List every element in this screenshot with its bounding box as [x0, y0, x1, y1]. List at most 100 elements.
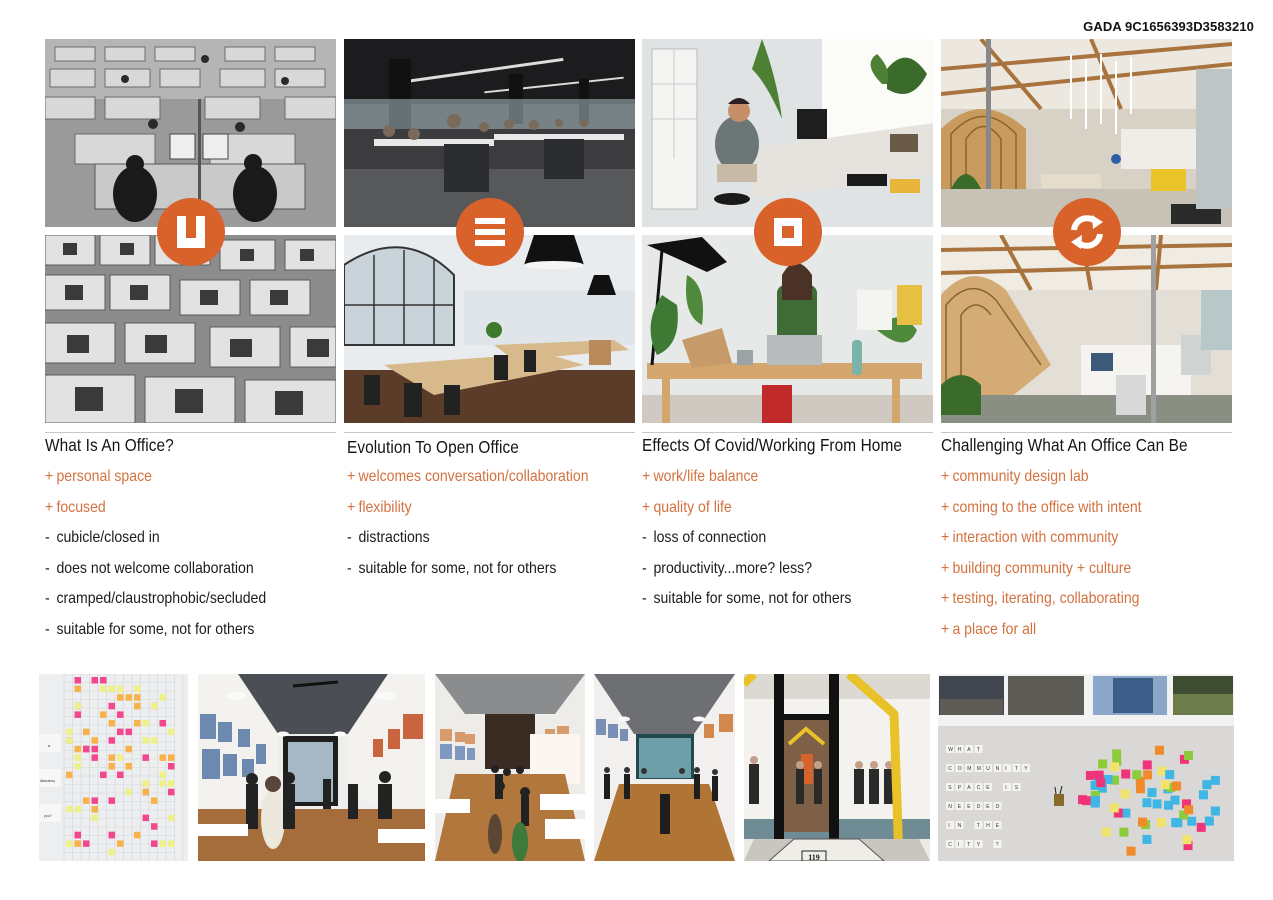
sticky-note	[1183, 751, 1193, 761]
bullet-list: + welcomes conversation/collaboration + fl…	[347, 468, 621, 590]
letter-tile	[955, 840, 964, 848]
letter-tile	[946, 821, 954, 829]
photo-community-question-board: W H A T C O M M U N I T Y S P A C E I S N E E D E D I N T H E C I T Y?	[938, 674, 1234, 861]
letter-tile-char: H	[986, 823, 990, 829]
sticky-note	[1172, 781, 1182, 791]
sticky-note	[1171, 817, 1181, 827]
sticky-note	[117, 754, 124, 761]
sticky-note	[134, 694, 141, 701]
sticky-note	[142, 737, 149, 744]
column-title: Challenging What An Office Can Be	[941, 435, 1188, 455]
sticky-note	[142, 754, 149, 761]
letter-tile-char: ?	[996, 842, 999, 848]
sticky-note	[91, 797, 98, 804]
letter-tile-char: T	[1015, 766, 1018, 772]
sticky-note	[142, 780, 149, 787]
sticky-note	[83, 728, 90, 736]
list-item: + a place for all	[941, 620, 1037, 638]
list-item: + welcomes conversation/collaboration	[347, 468, 589, 485]
sticky-note	[134, 702, 141, 710]
sticky-note	[125, 728, 132, 736]
sticky-note	[125, 788, 132, 796]
sticky-note	[168, 780, 175, 787]
column-what-is-an-office: What Is An Office? + personal space + focu…	[45, 39, 336, 638]
list-item: - suitable for some, not for others	[347, 559, 557, 577]
open-rows-icon	[456, 198, 524, 266]
column-title: Effects Of Covid/Working From Home	[642, 435, 903, 455]
column-title: What Is An Office?	[45, 435, 174, 455]
sheet-id: GADA 9C1656393D3583210	[1083, 19, 1254, 34]
sticky-note	[1101, 827, 1111, 837]
sticky-note	[1198, 790, 1208, 800]
letter-tile-char: T	[967, 842, 970, 848]
sticky-note	[100, 677, 107, 684]
sticky-note	[151, 840, 158, 847]
photo-gallery-overhead	[435, 674, 585, 861]
list-item: + personal space	[45, 468, 152, 485]
sticky-label: you?	[44, 814, 52, 818]
sticky-note	[66, 806, 73, 813]
list-item: - suitable for some, not for others	[642, 590, 852, 608]
sticky-note	[74, 763, 81, 770]
letter-tile-char: M	[977, 766, 981, 772]
sticky-note	[91, 754, 98, 761]
sticky-note	[142, 814, 149, 822]
refresh-cycle-icon	[1053, 198, 1121, 266]
sticky-note	[108, 737, 115, 744]
sticky-note	[117, 728, 124, 736]
sticky-note	[66, 728, 73, 736]
sticky-note	[108, 831, 115, 839]
letter-tile-char: T	[977, 747, 980, 753]
sticky-note	[1143, 770, 1153, 780]
sticky-note	[91, 806, 98, 813]
sticky-note	[1098, 759, 1108, 769]
sticky-note	[134, 720, 141, 727]
bullet-list: + community design lab + coming to the off…	[941, 468, 1169, 652]
letter-tile-char: I	[948, 823, 949, 829]
sticky-note	[1187, 816, 1197, 826]
sticky-note	[83, 797, 90, 804]
letter-tile-char: N	[958, 823, 962, 829]
letter-tile-char: O	[958, 766, 962, 772]
sticky-note	[83, 840, 90, 847]
sticky-note	[100, 771, 107, 779]
photo-sticky-note-wall: a laboratory you?	[39, 674, 188, 861]
list-item: + coming to the office with intent	[941, 498, 1142, 516]
sticky-note	[1109, 803, 1119, 813]
divider	[941, 432, 1232, 433]
sticky-label: laboratory	[40, 779, 55, 783]
sticky-note	[125, 745, 132, 753]
list-item: - cubicle/closed in	[45, 529, 160, 547]
letter-tile	[1003, 783, 1011, 791]
sticky-note	[1126, 846, 1136, 856]
sticky-note	[1210, 775, 1220, 785]
sticky-note	[1135, 784, 1145, 794]
column-effects-of-covid: Effects Of Covid/Working From Home + work…	[642, 39, 933, 607]
sticky-note	[108, 702, 115, 710]
photo-storefront-entrance: 119	[744, 674, 930, 861]
cubicle-u-icon	[157, 198, 225, 266]
sticky-note	[74, 806, 81, 813]
sticky-note	[117, 771, 124, 779]
sticky-note	[1132, 770, 1142, 780]
sticky-note	[91, 737, 98, 744]
sticky-note	[74, 702, 81, 710]
list-item: + focused	[45, 498, 106, 516]
sticky-note	[168, 814, 175, 822]
sticky-note	[168, 840, 175, 847]
column-challenging-office: Challenging What An Office Can Be + commu…	[941, 39, 1232, 638]
list-item: + building community + culture	[941, 559, 1132, 577]
column-title: Evolution To Open Office	[347, 437, 519, 457]
sticky-note	[1196, 822, 1206, 832]
sticky-note	[83, 745, 90, 753]
sticky-note	[117, 685, 124, 693]
letter-tile-char: D	[977, 804, 981, 810]
divider	[344, 432, 635, 433]
sticky-note	[74, 840, 81, 847]
letter-tile-char: I	[1005, 766, 1006, 772]
letter-tile-char: C	[977, 785, 981, 791]
sticky-note	[159, 754, 166, 761]
list-item: - cramped/claustrophobic/secluded	[45, 590, 267, 608]
list-item: - productivity...more? less?	[642, 559, 813, 577]
sticky-note	[108, 797, 115, 804]
